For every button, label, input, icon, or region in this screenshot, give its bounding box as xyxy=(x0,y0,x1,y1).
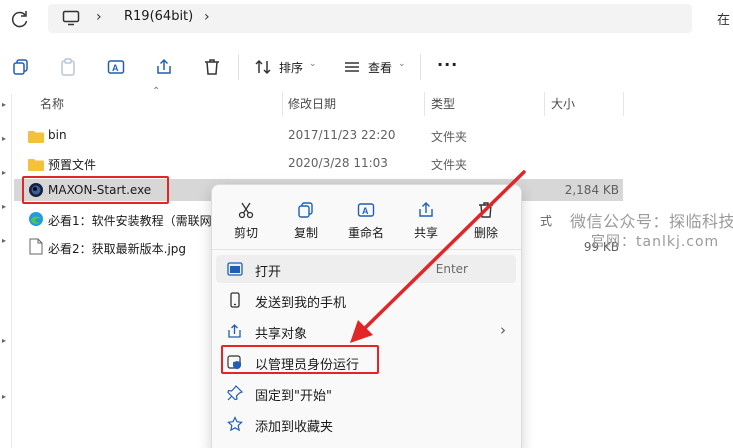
rename-button[interactable]: A 重命名 xyxy=(336,185,396,249)
expand-arrow-icon[interactable]: ▸ xyxy=(2,168,6,177)
file-date: 2020/3/28 11:03 xyxy=(288,156,388,170)
file-row[interactable]: 预置文件 2020/3/28 11:03 文件夹 xyxy=(22,152,622,174)
share-icon xyxy=(417,201,435,219)
menu-item-pin-to-start[interactable]: 固定到"开始" xyxy=(216,379,516,407)
file-type: 文件夹 xyxy=(431,158,468,172)
sort-icon[interactable] xyxy=(254,58,272,76)
paste-icon[interactable] xyxy=(59,58,77,76)
file-explorer-window: › R19(64bit) › 在 A 排序 ⌄ 查看 ⌄ ··· ▸ ▸ ▸ ▸… xyxy=(0,0,733,448)
column-divider[interactable] xyxy=(623,92,624,116)
file-name: 必看1：软件安装教程（需联网 xyxy=(48,214,212,228)
menu-item-send-to-phone[interactable]: 发送到我的手机 xyxy=(216,286,516,314)
expand-arrow-icon[interactable]: ▸ xyxy=(2,202,6,211)
file-name: 必看2：获取最新版本.jpg xyxy=(48,242,187,256)
cut-label: 剪切 xyxy=(233,226,258,240)
column-divider[interactable] xyxy=(424,92,425,116)
this-pc-icon[interactable] xyxy=(62,10,80,30)
chevron-right-icon: › xyxy=(500,321,506,339)
address-bar-row: › R19(64bit) › 在 xyxy=(0,0,733,40)
shortcut-hint: Enter xyxy=(435,262,468,276)
chevron-right-icon[interactable]: › xyxy=(204,9,210,25)
menu-item-open[interactable]: 打开 Enter xyxy=(216,255,516,283)
image-file-icon xyxy=(28,238,44,255)
star-icon xyxy=(227,416,243,432)
menu-divider xyxy=(212,249,521,250)
folder-icon xyxy=(28,156,44,171)
share-icon xyxy=(227,323,243,339)
context-menu: 剪切 复制 A 重命名 共享 删除 打开 Enter 发送到我的手机 共享对象 … xyxy=(211,184,522,448)
file-type: 式 xyxy=(540,214,553,228)
folder-icon xyxy=(28,128,44,143)
watermark-line-1: 微信公众号：探临科技 xyxy=(570,212,733,231)
column-divider[interactable] xyxy=(544,92,545,116)
copy-icon xyxy=(297,201,315,219)
file-type: 文件夹 xyxy=(431,130,468,144)
expand-arrow-icon[interactable]: ▸ xyxy=(2,134,6,143)
rename-label: 重命名 xyxy=(347,226,384,240)
rename-icon[interactable]: A xyxy=(107,58,125,76)
watermark-line-2: 官网：tanlkj.com xyxy=(591,234,720,250)
file-date: 2017/11/23 22:20 xyxy=(288,128,396,142)
cut-button[interactable]: 剪切 xyxy=(216,185,276,249)
column-header-size[interactable]: 大小 xyxy=(551,95,575,112)
chevron-down-icon[interactable]: ⌄ xyxy=(398,59,406,69)
share-icon[interactable] xyxy=(155,58,173,76)
trash-icon[interactable] xyxy=(203,58,221,76)
expand-arrow-icon[interactable]: ▸ xyxy=(2,336,6,345)
view-button[interactable]: 查看 xyxy=(368,59,392,76)
svg-text:A: A xyxy=(362,206,369,216)
menu-item-add-to-favorites[interactable]: 添加到收藏夹 xyxy=(216,410,516,438)
pin-icon xyxy=(227,385,244,401)
delete-button[interactable]: 删除 xyxy=(456,185,516,249)
file-row[interactable]: bin 2017/11/23 22:20 文件夹 xyxy=(22,124,622,146)
column-header-name[interactable]: 名称 xyxy=(40,95,64,112)
column-header-date[interactable]: 修改日期 xyxy=(288,95,336,112)
highlight-box-run-as-admin xyxy=(221,345,379,374)
highlight-box-exe xyxy=(22,176,169,204)
menu-item-share-with[interactable]: 共享对象 › xyxy=(216,317,516,345)
toolbar-divider xyxy=(238,54,239,80)
expand-arrow-icon[interactable]: ▸ xyxy=(2,236,6,245)
copy-label: 复制 xyxy=(293,226,318,240)
expand-arrow-icon[interactable]: ▸ xyxy=(2,100,6,109)
copy-button[interactable]: 复制 xyxy=(276,185,336,249)
menu-item-label: 打开 xyxy=(255,265,282,280)
chevron-down-icon[interactable]: ⌄ xyxy=(309,59,317,69)
copy-icon[interactable] xyxy=(12,58,30,76)
svg-text:A: A xyxy=(112,63,119,73)
view-icon[interactable] xyxy=(343,58,361,76)
search-box[interactable]: 在 xyxy=(717,9,730,28)
delete-label: 删除 xyxy=(473,226,498,240)
file-name: bin xyxy=(48,128,67,142)
command-toolbar: A 排序 ⌄ 查看 ⌄ ··· xyxy=(0,40,733,94)
menu-item-label: 添加到收藏夹 xyxy=(255,420,334,435)
more-options-button[interactable]: ··· xyxy=(437,55,458,74)
menu-item-label: 固定到"开始" xyxy=(255,389,332,404)
open-icon xyxy=(227,261,243,277)
refresh-icon[interactable] xyxy=(8,8,32,30)
sort-ascending-icon: ⌃ xyxy=(152,86,161,97)
file-name: 预置文件 xyxy=(48,158,97,172)
scissors-icon xyxy=(237,201,255,219)
sort-button[interactable]: 排序 xyxy=(279,59,303,76)
chevron-right-icon[interactable]: › xyxy=(96,9,102,25)
column-divider[interactable] xyxy=(282,92,283,116)
expand-arrow-icon[interactable]: ▸ xyxy=(2,392,6,401)
rename-icon: A xyxy=(357,201,375,219)
column-header-type[interactable]: 类型 xyxy=(431,95,455,112)
phone-icon xyxy=(227,292,243,308)
toolbar-divider xyxy=(420,54,421,80)
share-label: 共享 xyxy=(413,226,438,240)
menu-item-label: 共享对象 xyxy=(255,327,308,342)
trash-icon xyxy=(477,201,495,219)
menu-item-label: 发送到我的手机 xyxy=(255,296,347,311)
edge-icon xyxy=(28,210,44,227)
file-size: 2,184 KB xyxy=(564,183,619,197)
share-button[interactable]: 共享 xyxy=(396,185,456,249)
breadcrumb-folder[interactable]: R19(64bit) xyxy=(124,9,193,24)
